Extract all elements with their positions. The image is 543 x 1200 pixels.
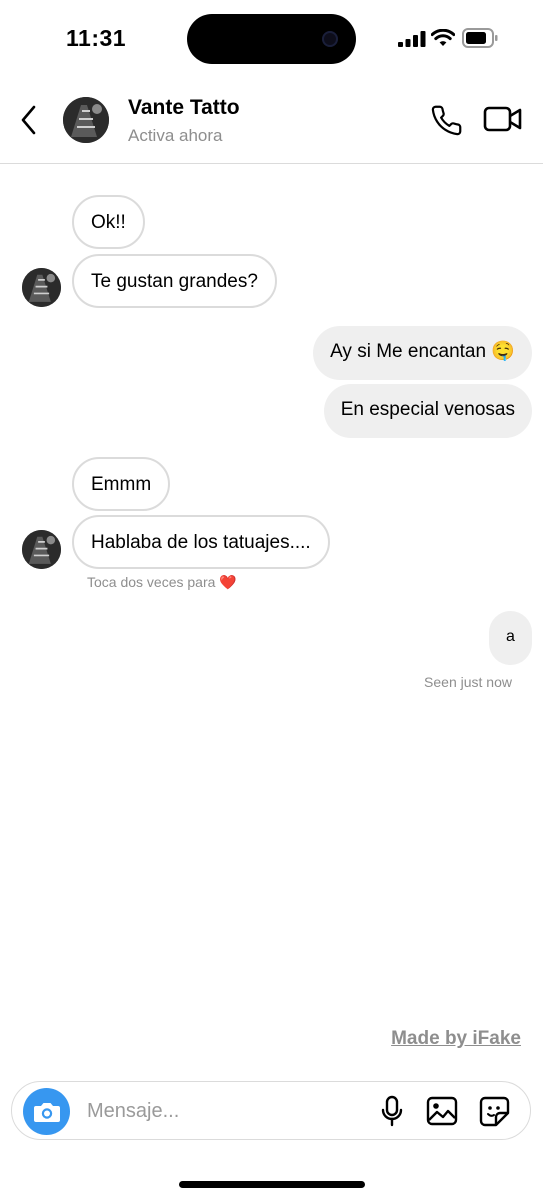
cellular-signal-icon: [398, 31, 426, 47]
gallery-icon[interactable]: [426, 1096, 458, 1126]
message-incoming[interactable]: Te gustan grandes?: [72, 254, 277, 308]
contact-name[interactable]: Vante Tatto: [128, 96, 240, 120]
dynamic-island: [187, 14, 356, 64]
double-tap-like-hint: Toca dos veces para ❤️: [87, 574, 237, 591]
header-divider: [0, 163, 543, 164]
contact-status: Activa ahora: [128, 126, 223, 145]
message-incoming[interactable]: Hablaba de los tatuajes....: [72, 515, 330, 569]
message-incoming[interactable]: Emmm: [72, 457, 171, 511]
home-indicator: [179, 1181, 365, 1188]
camera-icon: [33, 1102, 60, 1122]
hint-text: Toca dos veces para: [87, 574, 216, 590]
contact-avatar-small[interactable]: [22, 268, 61, 307]
watermark-link[interactable]: Made by iFake: [391, 1028, 521, 1050]
contact-avatar[interactable]: [63, 97, 109, 143]
seen-status: Seen just now: [424, 674, 512, 690]
phone-icon[interactable]: [430, 104, 463, 137]
front-camera-icon: [322, 31, 338, 47]
status-time: 11:31: [66, 25, 127, 51]
message-input[interactable]: Mensaje...: [87, 1100, 179, 1123]
video-camera-icon[interactable]: [483, 104, 523, 134]
camera-button[interactable]: [23, 1088, 70, 1135]
sticker-icon[interactable]: [479, 1096, 510, 1127]
contact-avatar-small[interactable]: [22, 530, 61, 569]
message-incoming[interactable]: Ok!!: [72, 195, 145, 249]
back-icon[interactable]: [18, 104, 40, 136]
battery-icon: [462, 28, 498, 48]
microphone-icon[interactable]: [380, 1095, 404, 1127]
message-outgoing[interactable]: Ay si Me encantan 🤤: [313, 326, 532, 380]
heart-icon: ❤️: [219, 574, 237, 590]
message-composer: Mensaje...: [11, 1081, 531, 1140]
message-outgoing[interactable]: En especial venosas: [323, 384, 532, 438]
wifi-icon: [431, 29, 455, 46]
message-outgoing[interactable]: a: [489, 611, 532, 665]
